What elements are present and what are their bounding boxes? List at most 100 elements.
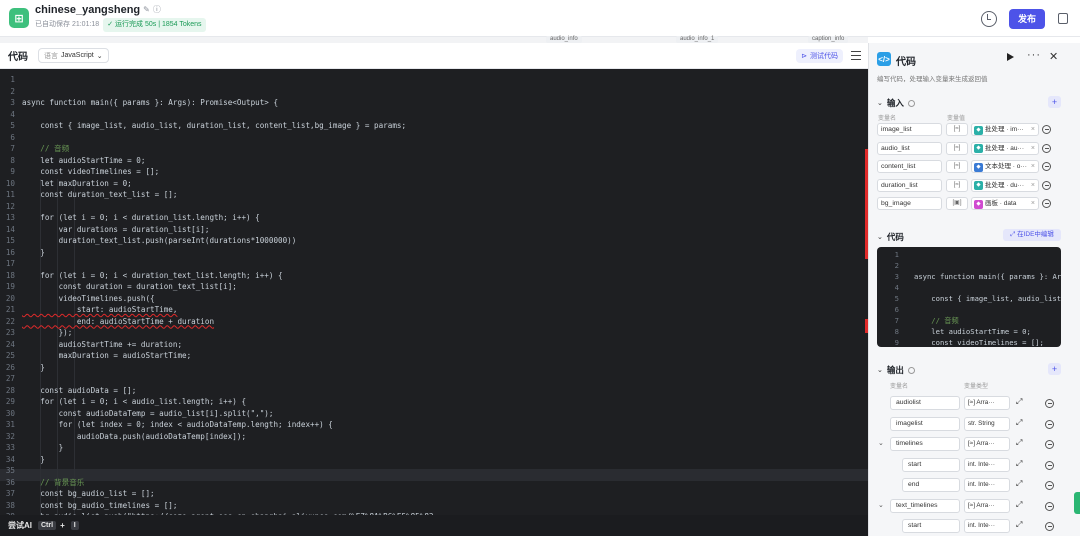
info-icon[interactable] [907, 99, 915, 107]
output-name-field[interactable]: start [902, 457, 960, 472]
output-type-select[interactable]: int. Inte··· [964, 519, 1010, 533]
remove-input-icon[interactable] [1042, 125, 1051, 134]
clear-icon[interactable]: × [1031, 161, 1035, 172]
code-line[interactable]: 8 let audioStartTime = 0; [0, 155, 868, 167]
chevron-down-icon[interactable]: ⌄ [878, 501, 884, 509]
code-line[interactable]: 3 async function main({ params }: Args): … [0, 97, 868, 109]
clear-icon[interactable]: × [1031, 180, 1035, 191]
clear-icon[interactable]: × [1031, 143, 1035, 154]
input-type-select[interactable]: [≈] [946, 141, 968, 155]
expand-icon[interactable]: ⤢ [1016, 459, 1022, 469]
remove-input-icon[interactable] [1042, 180, 1051, 190]
chevron-down-icon[interactable]: ⌄ [878, 439, 884, 447]
add-input-button[interactable]: + [1048, 96, 1061, 108]
code-line[interactable]: 32 audioData.push(audioDataTemp[index]); [0, 431, 868, 443]
test-code-button[interactable]: ⊳ 测试代码 [796, 49, 843, 63]
code-line[interactable]: 27 [0, 373, 868, 385]
remove-output-icon[interactable] [1045, 399, 1054, 408]
close-icon[interactable]: ✕ [1049, 50, 1058, 63]
code-line[interactable]: 15 duration_text_list.push(parseInt(dura… [0, 235, 868, 247]
code-line[interactable]: 11 const duration_text_list = []; [0, 189, 868, 201]
canvas-node[interactable]: audio_info [546, 36, 582, 43]
code-line[interactable]: 23 }); [0, 327, 868, 339]
code-line[interactable]: 34 } [0, 454, 868, 466]
remove-output-icon[interactable] [1045, 481, 1054, 490]
expand-icon[interactable]: ⤢ [1016, 418, 1022, 428]
code-line[interactable]: 16 } [0, 247, 868, 259]
remove-output-icon[interactable] [1045, 501, 1054, 511]
code-line[interactable]: 21 start: audioStartTime, [0, 304, 868, 316]
code-editor[interactable]: 1 2 3 async function main({ params }: Args)… [0, 69, 868, 515]
input-name-field[interactable]: content_list [877, 160, 942, 173]
code-section-title[interactable]: ⌄ 代码 [877, 231, 904, 243]
expand-icon[interactable]: ⤢ [1016, 438, 1022, 448]
canvas-node[interactable]: audio_info_1 [676, 36, 719, 43]
language-select[interactable]: 语言 JavaScript ⌄ [38, 48, 109, 63]
code-line[interactable]: 10 let maxDuration = 0; [0, 178, 868, 190]
ai-assist-bar[interactable]: 尝试AI Ctrl + I [0, 515, 868, 536]
code-line[interactable]: 13 for (let i = 0; i < duration_list.len… [0, 212, 868, 224]
code-preview[interactable]: 1 2 3 async function main({ params }: Ar 4 5 … [877, 247, 1061, 347]
output-type-select[interactable]: int. Inte··· [964, 478, 1010, 492]
output-type-select[interactable]: [≈] Arra··· [964, 437, 1010, 451]
remove-output-icon[interactable] [1045, 460, 1054, 470]
edit-in-ide-button[interactable]: ⤢ 在IDE中编辑 [1003, 229, 1061, 241]
output-type-select[interactable]: [≈] Arra··· [964, 396, 1010, 410]
side-tab[interactable] [1074, 492, 1080, 514]
input-type-select[interactable]: [≈] [946, 160, 968, 173]
input-name-field[interactable]: bg_image [877, 197, 942, 210]
input-name-field[interactable]: audio_list [877, 141, 942, 155]
output-type-select[interactable]: [≈] Arra··· [964, 498, 1010, 513]
remove-input-icon[interactable] [1042, 199, 1051, 208]
code-line[interactable]: 26 } [0, 362, 868, 374]
clear-icon[interactable]: × [1031, 124, 1035, 135]
info-icon[interactable] [907, 366, 915, 374]
expand-icon[interactable]: ⤢ [1016, 397, 1022, 407]
code-line[interactable]: 31 for (let index = 0; index < audioData… [0, 419, 868, 431]
output-section-title[interactable]: ⌄ 输出 [877, 364, 915, 376]
code-line[interactable]: 5 const { image_list, audio_list, durati… [0, 120, 868, 132]
outline-icon[interactable] [851, 51, 861, 60]
code-line[interactable]: 22 end: audioStartTime + duration [0, 316, 868, 328]
input-value-ref[interactable]: ◆ 画板 · data × [971, 197, 1039, 210]
code-line[interactable]: 17 [0, 258, 868, 270]
output-name-field[interactable]: imagelist [890, 416, 960, 431]
code-line[interactable]: 38 const bg_audio_timelines = []; [0, 500, 868, 512]
code-line[interactable]: 6 [0, 132, 868, 144]
code-line[interactable]: 29 for (let i = 0; i < audio_list.length… [0, 396, 868, 408]
edit-icon[interactable]: ✎ [143, 4, 150, 16]
input-name-field[interactable]: duration_list [877, 178, 942, 192]
input-value-ref[interactable]: ◆ 批处理 · du··· × [971, 178, 1039, 192]
expand-icon[interactable]: ⤢ [1016, 479, 1022, 489]
input-type-select[interactable]: [▣] [946, 197, 968, 210]
input-section-title[interactable]: ⌄ 输入 [877, 97, 915, 109]
output-type-select[interactable]: int. Inte··· [964, 457, 1010, 472]
code-line[interactable]: 24 audioStartTime += duration; [0, 339, 868, 351]
publish-button[interactable]: 发布 [1009, 8, 1045, 29]
code-line[interactable]: 33 } [0, 442, 868, 454]
input-value-ref[interactable]: ◆ 文本处理 · o··· × [971, 160, 1039, 173]
input-value-ref[interactable]: ◆ 批处理 · au··· × [971, 141, 1039, 155]
output-name-field[interactable]: text_timelines [890, 498, 960, 513]
input-type-select[interactable]: [≈] [946, 178, 968, 192]
add-output-button[interactable]: + [1048, 363, 1061, 375]
input-type-select[interactable]: [≈] [946, 123, 968, 136]
code-line[interactable]: 4 [0, 109, 868, 121]
remove-output-icon[interactable] [1045, 440, 1054, 449]
code-line[interactable]: 12 [0, 201, 868, 213]
remove-output-icon[interactable] [1045, 419, 1054, 429]
clear-icon[interactable]: × [1031, 198, 1035, 209]
copy-icon[interactable] [1058, 13, 1068, 24]
code-line[interactable]: 30 const audioDataTemp = audio_list[i].s… [0, 408, 868, 420]
ai-assist-label[interactable]: 尝试AI [8, 520, 32, 531]
code-line[interactable]: 35 [0, 465, 868, 477]
run-status-badge[interactable]: ✓ 运行完成 50s | 1854 Tokens [103, 18, 206, 32]
more-icon[interactable]: ··· [1027, 49, 1041, 61]
code-line[interactable]: 19 const duration = duration_text_list[i… [0, 281, 868, 293]
app-title[interactable]: chinese_yangsheng [35, 4, 140, 16]
output-type-select[interactable]: str. String [964, 416, 1010, 431]
code-line[interactable]: 2 [0, 86, 868, 98]
input-value-ref[interactable]: ◆ 批处理 · im··· × [971, 123, 1039, 136]
code-line[interactable]: 20 videoTimelines.push({ [0, 293, 868, 305]
info-icon[interactable]: ⓘ [153, 4, 161, 16]
